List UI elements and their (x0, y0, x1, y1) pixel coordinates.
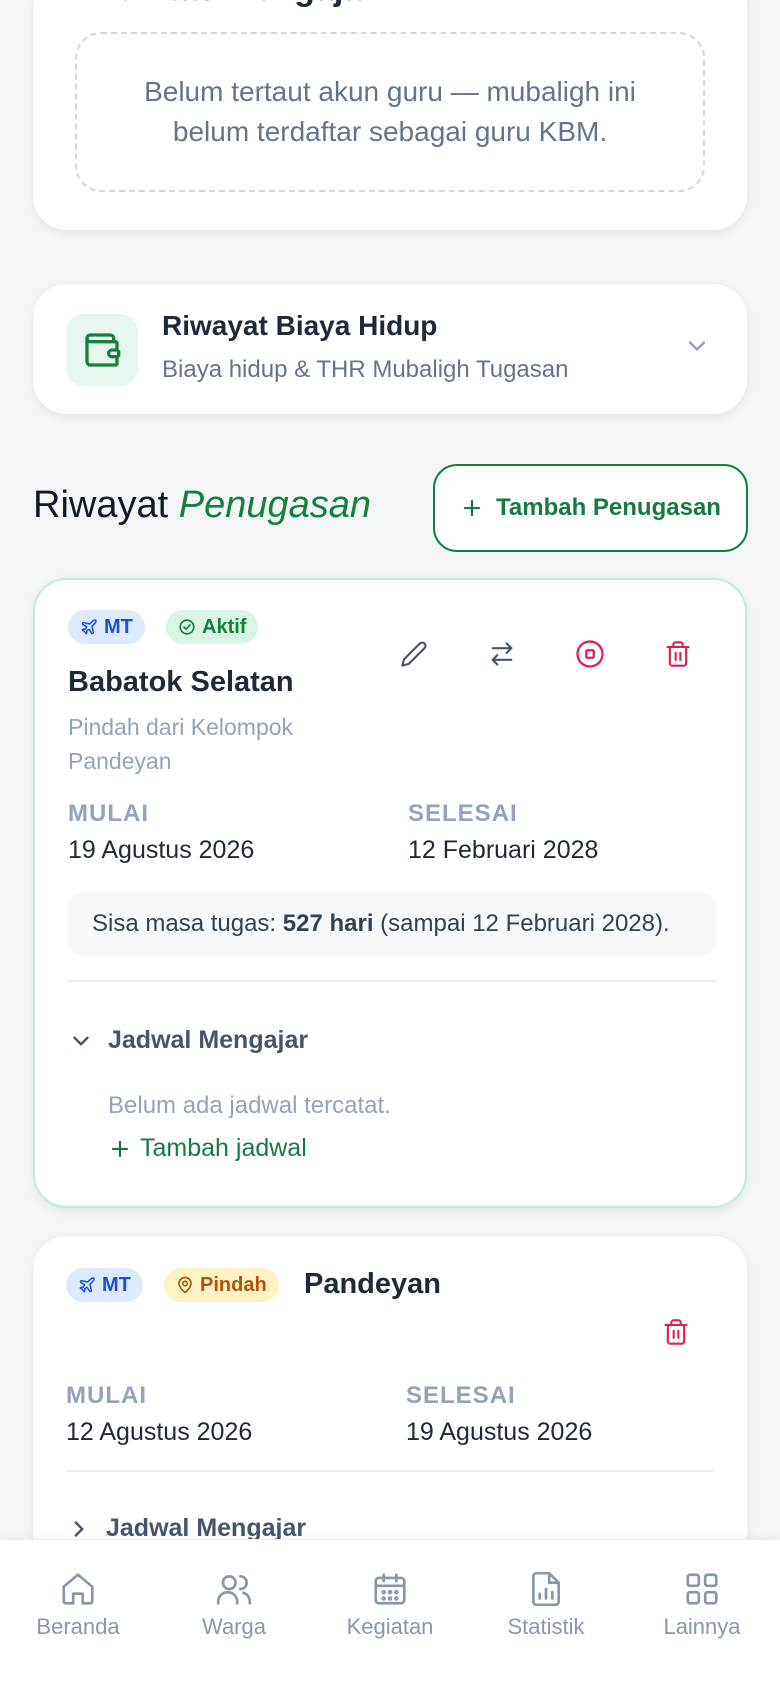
nav-label: Kegiatan (346, 1614, 434, 1639)
end-label: SELESAI (406, 1382, 516, 1409)
check-circle-icon (178, 618, 196, 636)
kbm-card: Aktivitas Mengajar KBM Belum tertaut aku… (33, 0, 747, 230)
plus-icon (460, 496, 484, 520)
home-icon (59, 1570, 97, 1608)
nav-label: Beranda (36, 1614, 120, 1639)
chart-icon (527, 1570, 565, 1608)
nav-label: Lainnya (663, 1614, 741, 1639)
schedule-toggle[interactable]: Jadwal Mengajar (68, 1026, 308, 1055)
add-schedule-link[interactable]: Tambah jadwal (108, 1134, 307, 1163)
schedule-title: Jadwal Mengajar (108, 1026, 309, 1054)
section-title: Riwayat Penugasan (33, 484, 371, 527)
add-schedule-label: Tambah jadwal (140, 1134, 307, 1162)
assignment-location: Babatok Selatan (68, 666, 294, 698)
chevron-right-icon (66, 1516, 92, 1542)
nav-item-statistik[interactable]: Statistik (468, 1570, 624, 1640)
nav-label: Statistik (507, 1614, 585, 1639)
section-title-accent: Penugasan (178, 484, 372, 526)
bottom-nav: Beranda Warga Kegiatan Statistik Lainnya (0, 1539, 780, 1688)
type-badge: MT (68, 610, 145, 644)
stop-icon[interactable] (570, 634, 610, 674)
type-badge-label: MT (104, 615, 133, 638)
edit-icon[interactable] (394, 634, 434, 674)
remain-days: 527 hari (282, 910, 374, 937)
plus-icon (108, 1137, 132, 1161)
assignment-location: Pandeyan (304, 1268, 441, 1300)
kbm-title: Aktivitas Mengajar KBM (75, 0, 462, 9)
plane-icon (78, 1276, 96, 1294)
grid-icon (683, 1570, 721, 1608)
assignment-card-active: MT Aktif Babatok Selatan Pindah dari Kel… (33, 578, 747, 1208)
kbm-empty-state: Belum tertaut akun guru — mubaligh ini b… (75, 32, 705, 192)
biaya-hidup-subtitle: Biaya hidup & THR Mubaligh Tugasan (162, 356, 569, 383)
transfer-icon[interactable] (482, 634, 522, 674)
chevron-down-icon[interactable] (683, 332, 711, 365)
wallet-icon (66, 314, 138, 386)
nav-label: Warga (202, 1614, 266, 1639)
end-value: 12 Februari 2028 (408, 836, 599, 864)
calendar-icon (371, 1570, 409, 1608)
assignment-origin: Pindah dari Kelompok Pandeyan (68, 714, 294, 774)
remaining-duration: Sisa masa tugas: 527 hari (sampai 12 Feb… (68, 892, 716, 956)
schedule-empty: Belum ada jadwal tercatat. (108, 1092, 391, 1119)
divider (68, 980, 716, 982)
nav-item-lainnya[interactable]: Lainnya (624, 1570, 780, 1640)
trash-icon[interactable] (656, 1312, 696, 1352)
remain-prefix: Sisa masa tugas: (92, 910, 277, 937)
remain-suffix: (sampai 12 Februari 2028). (380, 910, 670, 937)
nav-item-beranda[interactable]: Beranda (0, 1570, 156, 1640)
nav-item-kegiatan[interactable]: Kegiatan (312, 1570, 468, 1640)
status-badge: Pindah (164, 1268, 279, 1302)
chevron-down-icon (68, 1028, 94, 1054)
start-value: 12 Agustus 2026 (66, 1418, 253, 1446)
status-badge-label: Pindah (200, 1273, 267, 1296)
status-badge: Aktif (166, 610, 259, 644)
divider (66, 1470, 714, 1472)
end-value: 19 Agustus 2026 (406, 1418, 593, 1446)
type-badge: MT (66, 1268, 143, 1302)
section-title-plain: Riwayat (33, 484, 169, 526)
trash-icon[interactable] (658, 634, 698, 674)
end-label: SELESAI (408, 800, 518, 827)
biaya-hidup-title: Riwayat Biaya Hidup (162, 310, 438, 341)
status-badge-label: Aktif (202, 615, 247, 638)
add-penugasan-button[interactable]: Tambah Penugasan (433, 464, 748, 552)
nav-item-warga[interactable]: Warga (156, 1570, 312, 1640)
start-label: MULAI (68, 800, 149, 827)
biaya-hidup-card[interactable]: Riwayat Biaya Hidup Biaya hidup & THR Mu… (33, 284, 747, 414)
start-label: MULAI (66, 1382, 147, 1409)
plane-icon (80, 618, 98, 636)
add-penugasan-label: Tambah Penugasan (496, 494, 721, 521)
start-value: 19 Agustus 2026 (68, 836, 255, 864)
users-icon (215, 1570, 253, 1608)
map-pin-icon (176, 1276, 194, 1294)
type-badge-label: MT (102, 1273, 131, 1296)
